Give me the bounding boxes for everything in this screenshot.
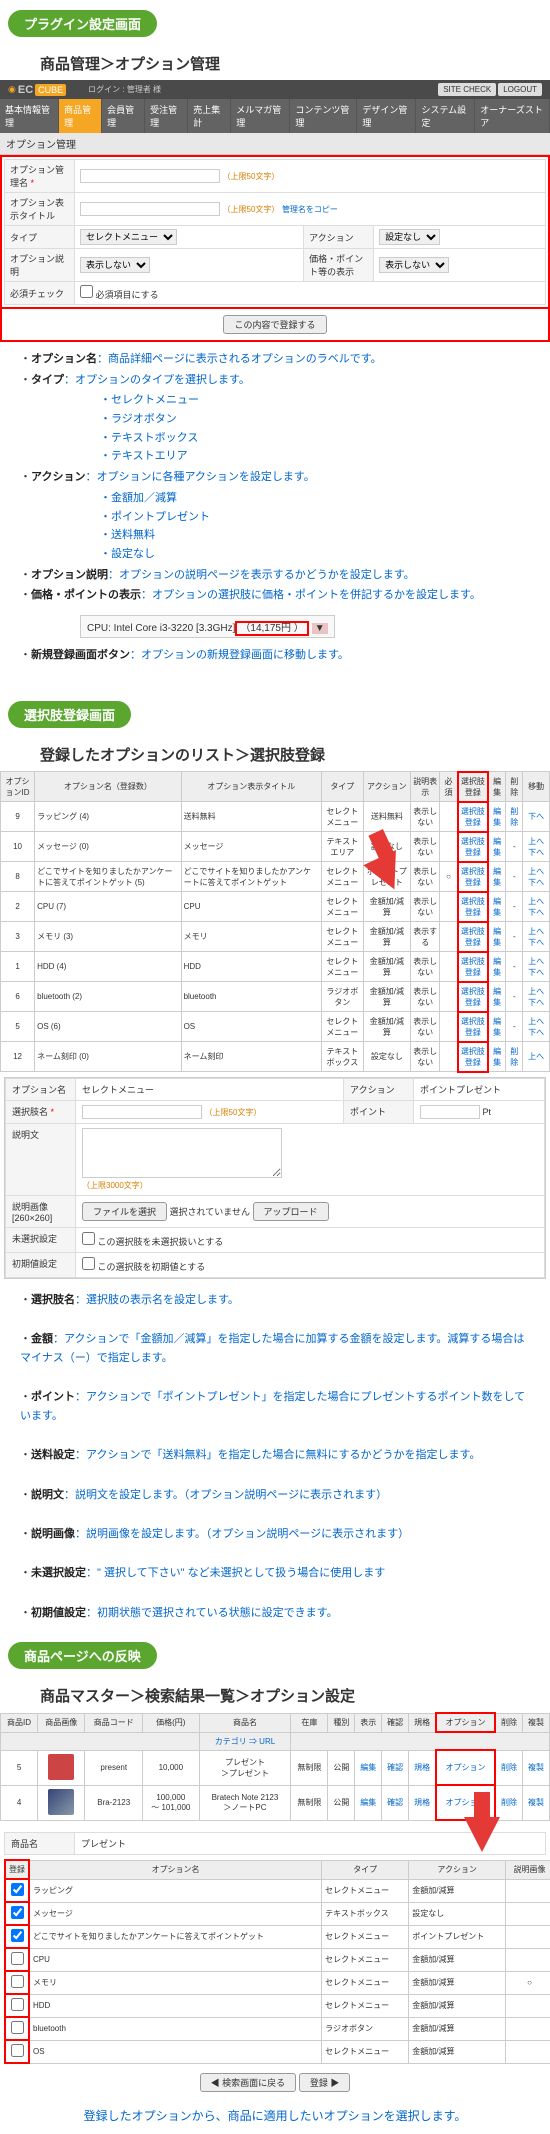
init-check[interactable]	[82, 1257, 95, 1270]
main-menu: 基本情報管理商品管理会員管理受注管理売上集計メルマガ管理コンテンツ管理デザイン管…	[0, 99, 550, 133]
pricept-select[interactable]: 表示しない	[379, 257, 449, 273]
logo: ◉ECCUBE ログイン : 管理者 様	[8, 84, 161, 96]
desc-textarea[interactable]	[82, 1128, 282, 1178]
copy-link[interactable]: 管理名をコピー	[282, 205, 338, 214]
disp-title-input[interactable]	[80, 202, 220, 216]
menu-item[interactable]: システム設定	[416, 99, 475, 133]
option-grid: オプションIDオプション名（登録数）オプション表示タイトルタイプアクション説明表…	[0, 771, 550, 1073]
choice-reg-link[interactable]: 選択肢登録	[461, 837, 485, 857]
menu-item[interactable]: 会員管理	[102, 99, 145, 133]
assign-check[interactable]	[11, 1975, 24, 1988]
footer-note: 登録したオプションから、商品に適用したいオプションを選択します。	[0, 2097, 550, 2134]
choice-reg-link[interactable]: 選択肢登録	[461, 807, 485, 827]
choice-reg-link[interactable]: 選択肢登録	[461, 957, 485, 977]
panel-title: オプション管理	[0, 133, 550, 155]
option-link[interactable]: オプション	[446, 1763, 486, 1772]
unsel-check[interactable]	[82, 1232, 95, 1245]
desc-select[interactable]: 表示しない	[80, 257, 150, 273]
subtitle-3: 商品マスター＞検索結果一覧＞オプション設定	[40, 1685, 550, 1706]
type-select[interactable]: セレクトメニュー	[80, 229, 177, 245]
action-select[interactable]: 設定なし	[379, 229, 440, 245]
menu-item[interactable]: 売上集計	[188, 99, 231, 133]
choice-input[interactable]	[82, 1105, 202, 1119]
menu-item[interactable]: オーナーズストア	[475, 99, 550, 133]
site-check-btn[interactable]: SITE CHECK	[438, 83, 496, 96]
product-thumb	[48, 1754, 74, 1780]
assign-check[interactable]	[11, 1883, 24, 1896]
choice-reg-link[interactable]: 選択肢登録	[461, 1047, 485, 1067]
admin-topbar: ◉ECCUBE ログイン : 管理者 様 SITE CHECK LOGOUT	[0, 80, 550, 99]
menu-item[interactable]: 基本情報管理	[0, 99, 59, 133]
subtitle-2: 登録したオプションのリスト＞選択肢登録	[40, 744, 550, 765]
menu-item[interactable]: 受注管理	[145, 99, 188, 133]
assign-check[interactable]	[11, 1952, 24, 1965]
choice-reg-link[interactable]: 選択肢登録	[461, 867, 485, 887]
product-thumb	[48, 1789, 74, 1815]
opt-name-input[interactable]	[80, 169, 220, 183]
menu-item[interactable]: 商品管理	[59, 99, 102, 133]
assign-grid: 登録オプション名タイプアクション説明画像ラッピングセレクトメニュー金額加/減算メ…	[4, 1859, 550, 2064]
option-form: オプション管理名 * （上限50文字） オプション表示タイトル （上限50文字）…	[0, 155, 550, 309]
back-btn[interactable]: ◀ 検索画面に戻る	[200, 2073, 297, 2092]
subtitle-1: 商品管理＞オプション管理	[40, 53, 550, 74]
notes-2: ・選択肢名：選択肢の表示名を設定します。 ・金額：アクションで「金額加／減算」を…	[0, 1283, 550, 1633]
pt-input[interactable]	[420, 1105, 480, 1119]
menu-item[interactable]: コンテンツ管理	[290, 99, 357, 133]
section-pill-3: 商品ページへの反映	[8, 1642, 157, 1669]
file-btn[interactable]: ファイルを選択	[82, 1202, 167, 1221]
section-pill-1: プラグイン設定画面	[8, 10, 157, 37]
register-btn[interactable]: 登録 ▶	[299, 2073, 351, 2092]
menu-item[interactable]: メルマガ管理	[231, 99, 290, 133]
assign-check[interactable]	[11, 2044, 24, 2057]
submit-btn[interactable]: この内容で登録する	[223, 315, 326, 334]
product-grid: 商品ID商品画像商品コード価格(円)商品名在庫種別表示確認規格オプション削除複製…	[0, 1712, 550, 1821]
choice-reg-link[interactable]: 選択肢登録	[461, 1017, 485, 1037]
choice-reg-link[interactable]: 選択肢登録	[461, 987, 485, 1007]
menu-item[interactable]: デザイン管理	[357, 99, 416, 133]
section-pill-2: 選択肢登録画面	[8, 701, 131, 728]
choice-form: オプション名セレクトメニューアクションポイントプレゼント 選択肢名 * （上限5…	[4, 1077, 546, 1279]
assign-check[interactable]	[11, 1929, 24, 1942]
upload-btn[interactable]: アップロード	[253, 1202, 329, 1221]
cpu-example: CPU: Intel Core i3-3220 [3.3GHz]（14,175円…	[80, 615, 335, 638]
chevron-down-icon[interactable]: ▼	[312, 623, 328, 634]
required-check[interactable]	[80, 285, 93, 298]
assign-check[interactable]	[11, 1906, 24, 1919]
choice-reg-link[interactable]: 選択肢登録	[461, 927, 485, 947]
logout-btn[interactable]: LOGOUT	[498, 83, 542, 96]
assign-check[interactable]	[11, 2021, 24, 2034]
assign-check[interactable]	[11, 1998, 24, 2011]
notes-1: ・オプション名：商品詳細ページに表示されるオプションのラベルです。 ・タイプ：オ…	[0, 342, 550, 615]
choice-reg-link[interactable]: 選択肢登録	[461, 897, 485, 917]
